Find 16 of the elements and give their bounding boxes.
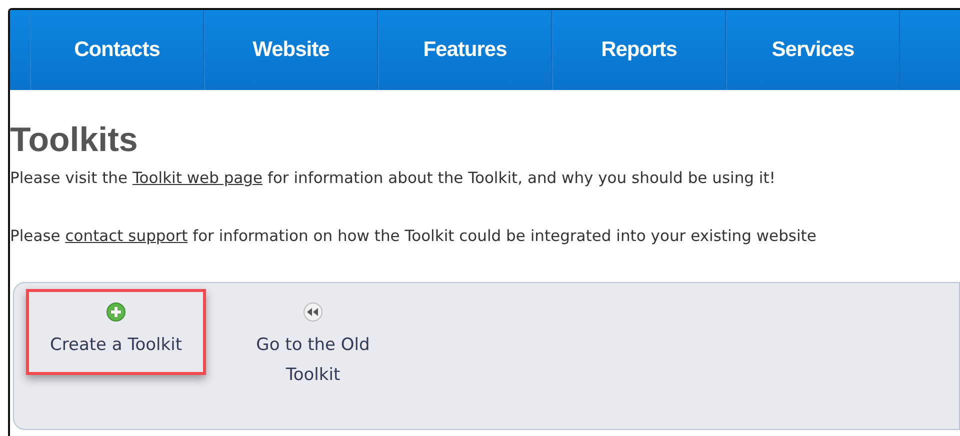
text-link[interactable]: Toolkit web page — [132, 169, 263, 187]
nav-item[interactable]: Features — [378, 10, 552, 90]
page-title: Toolkits — [10, 120, 139, 160]
nav-item[interactable]: Contacts — [30, 10, 204, 90]
nav-item[interactable]: Website — [204, 10, 378, 90]
info-paragraph: Please contact support for information on how the Toolkit could be integrated into your existing website — [10, 226, 818, 246]
nav-item[interactable]: Services — [726, 10, 900, 90]
button-label: Create a Toolkit — [50, 334, 182, 357]
button-label: Go to the Old Toolkit — [255, 334, 371, 387]
toolbar-button[interactable]: Go to the Old Toolkit — [228, 289, 398, 405]
text-link[interactable]: contact support — [65, 227, 188, 245]
nav-item[interactable]: Reports — [552, 10, 726, 90]
info-paragraph: Please visit the Toolkit web page for information about the Toolkit, and why you should be using it! — [10, 168, 777, 188]
rewind-icon — [303, 302, 323, 322]
plus-circle-icon — [106, 302, 126, 322]
toolbar-button[interactable]: Create a Toolkit — [26, 289, 206, 375]
